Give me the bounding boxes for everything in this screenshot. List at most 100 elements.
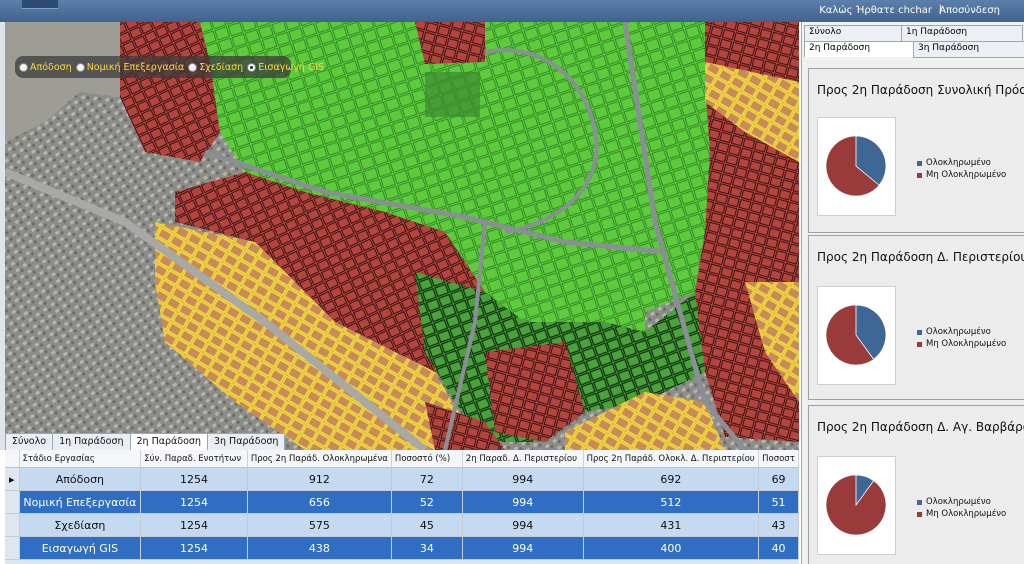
chart-legend: Ολοκληρωμένο Μη Ολοκληρωμένο [917, 157, 1006, 181]
pie-chart-frame [817, 117, 896, 216]
layer-option-label: Εισαγωγή GIS [258, 61, 325, 73]
cell-peristeri[interactable]: 994 [462, 513, 584, 537]
cell-percent[interactable]: 52 [391, 490, 463, 514]
current-row-marker: ▸ [5, 467, 20, 491]
cell-peristeri[interactable]: 994 [462, 536, 584, 560]
pie-chart-frame [817, 456, 896, 555]
top-bar: Καλώς Ήρθατε chchar | Αποσύνδεση [0, 0, 1024, 22]
legend-item-complete: Ολοκληρωμένο [917, 496, 1006, 508]
layer-option-apodosi[interactable]: Απόδοση [19, 62, 72, 73]
tab-total[interactable]: Σύνολο [5, 433, 54, 451]
cell-completed[interactable]: 912 [247, 467, 392, 491]
legend-swatch [917, 511, 922, 517]
pie-chart [825, 135, 887, 197]
tab-delivery-1[interactable]: 1η Παράδοση [52, 433, 131, 451]
cell-peristeri-completed[interactable]: 692 [583, 467, 760, 491]
cell-stage[interactable]: Σχεδίαση [19, 513, 142, 537]
row-indicator [5, 536, 20, 560]
column-header[interactable]: Ποσοστό (%) [391, 450, 463, 468]
chart-title: Προς 2η Παράδοση Συνολική Πρόοδος [817, 83, 1024, 97]
table-row[interactable]: ▸ Απόδοση 1254 912 72 994 692 69 [5, 467, 799, 491]
cell-percent-2[interactable]: 40 [758, 536, 799, 560]
cell-total[interactable]: 1254 [140, 513, 248, 537]
cell-percent-2[interactable]: 69 [758, 467, 799, 491]
column-header[interactable]: Προς 2η Παράδ. Ολοκλ. Δ. Περιστερίου [583, 450, 760, 468]
legend-label: Μη Ολοκληρωμένο [926, 339, 1007, 349]
legend-label: Μη Ολοκληρωμένο [926, 509, 1007, 519]
cell-percent[interactable]: 45 [391, 513, 463, 537]
layer-selector[interactable]: Απόδοση Νομική Επεξεργασία Σχεδίαση Εισα… [15, 56, 324, 78]
cell-stage[interactable]: Νομική Επεξεργασία [19, 490, 142, 514]
legend-swatch [917, 499, 922, 505]
stats-panel: Σύνολο 1η Παράδοση 2η Παράδοση 3η Παράδο… [801, 22, 1024, 564]
cell-peristeri-completed[interactable]: 512 [583, 490, 760, 514]
progress-table: Στάδιο Εργασίας Σύν. Παραδ. Ενοτήτων Προ… [5, 450, 799, 560]
stats-tab-delivery-1[interactable]: 1η Παράδοση [901, 25, 1023, 42]
legend-swatch [917, 341, 922, 347]
table-row[interactable]: Νομική Επεξεργασία 1254 656 52 994 512 5… [5, 490, 799, 514]
pie-chart [825, 474, 887, 536]
map-canvas[interactable] [5, 22, 799, 450]
stats-tab-delivery-2[interactable]: 2η Παράδοση [804, 41, 914, 57]
map-park [425, 72, 480, 117]
radio-button-icon[interactable] [75, 62, 85, 72]
stats-tab-delivery-3[interactable]: 3η Παράδοση [913, 41, 1024, 58]
layer-option-legal[interactable]: Νομική Επεξεργασία [75, 61, 185, 73]
cell-percent-2[interactable]: 51 [758, 490, 799, 514]
cell-percent[interactable]: 34 [391, 536, 463, 560]
chart-legend: Ολοκληρωμένο Μη Ολοκληρωμένο [917, 496, 1006, 520]
legend-item-complete: Ολοκληρωμένο [917, 157, 1006, 169]
layer-option-label: Σχεδίαση [199, 61, 244, 73]
legend-swatch [917, 160, 922, 166]
row-indicator-header [5, 450, 20, 468]
stats-content[interactable]: Προς 2η Παράδοση Συνολική Πρόοδος Ολοκλη… [806, 60, 1024, 564]
column-header[interactable]: Προς 2η Παράδ. Ολοκληρωμένα [247, 450, 392, 468]
layer-option-label: Απόδοση [30, 61, 72, 73]
cell-total[interactable]: 1254 [140, 467, 248, 491]
chart-legend: Ολοκληρωμένο Μη Ολοκληρωμένο [917, 326, 1006, 350]
pie-chart-frame [817, 286, 896, 385]
progress-grid[interactable]: Στάδιο Εργασίας Σύν. Παραδ. Ενοτήτων Προ… [5, 450, 799, 564]
cell-peristeri[interactable]: 994 [462, 467, 584, 491]
tab-delivery-3[interactable]: 3η Παράδοση [206, 433, 286, 451]
cell-total[interactable]: 1254 [140, 490, 248, 514]
cell-peristeri-completed[interactable]: 400 [583, 536, 760, 560]
legend-swatch [917, 172, 922, 178]
column-header[interactable]: Στάδιο Εργασίας [19, 450, 142, 468]
legend-label: Μη Ολοκληρωμένο [926, 170, 1007, 180]
map-view[interactable]: Απόδοση Νομική Επεξεργασία Σχεδίαση Εισα… [5, 22, 799, 450]
column-header[interactable]: 2η Παραδ. Δ. Περιστερίου [462, 450, 584, 468]
stats-tabs-row-1: Σύνολο 1η Παράδοση [804, 25, 1023, 42]
cell-stage[interactable]: Απόδοση [19, 467, 142, 491]
layer-option-label: Νομική Επεξεργασία [86, 61, 185, 73]
app-logo [22, 0, 58, 9]
legend-item-incomplete: Μη Ολοκληρωμένο [917, 169, 1006, 181]
cell-stage[interactable]: Εισαγωγή GIS [19, 536, 142, 560]
table-row[interactable]: Σχεδίαση 1254 575 45 994 431 43 [5, 513, 799, 537]
delivery-tabs: Σύνολο 1η Παράδοση 2η Παράδοση 3η Παράδο… [5, 433, 286, 452]
pie-chart [825, 304, 887, 366]
cell-total[interactable]: 1254 [140, 536, 248, 560]
cell-peristeri[interactable]: 994 [462, 490, 584, 514]
layer-option-design[interactable]: Σχεδίαση [188, 62, 243, 73]
column-header[interactable]: Ποσοστ [758, 450, 799, 468]
cell-percent-2[interactable]: 43 [758, 513, 799, 537]
layer-option-gis[interactable]: Εισαγωγή GIS [247, 62, 324, 73]
legend-item-complete: Ολοκληρωμένο [917, 326, 1006, 338]
legend-label: Ολοκληρωμένο [926, 327, 991, 337]
cell-peristeri-completed[interactable]: 431 [583, 513, 760, 537]
cell-percent[interactable]: 72 [391, 467, 463, 491]
logout-link[interactable]: Αποσύνδεση [939, 5, 1000, 16]
radio-button-selected-icon[interactable] [247, 62, 257, 72]
radio-button-icon[interactable] [19, 62, 28, 72]
stats-tab-total[interactable]: Σύνολο [804, 25, 902, 42]
cell-completed[interactable]: 575 [247, 513, 392, 537]
radio-button-icon[interactable] [188, 62, 198, 72]
row-indicator [5, 490, 20, 514]
chart-card-peristeri: Προς 2η Παράδοση Δ. Περιστερίου Ολοκληρω… [808, 235, 1024, 400]
stats-tabs-row-2: 2η Παράδοση 3η Παράδοση [804, 41, 1024, 58]
cell-completed[interactable]: 438 [247, 536, 392, 560]
column-header[interactable]: Σύν. Παραδ. Ενοτήτων [140, 450, 248, 468]
cell-completed[interactable]: 656 [247, 490, 392, 514]
table-row[interactable]: Εισαγωγή GIS 1254 438 34 994 400 40 [5, 536, 799, 560]
